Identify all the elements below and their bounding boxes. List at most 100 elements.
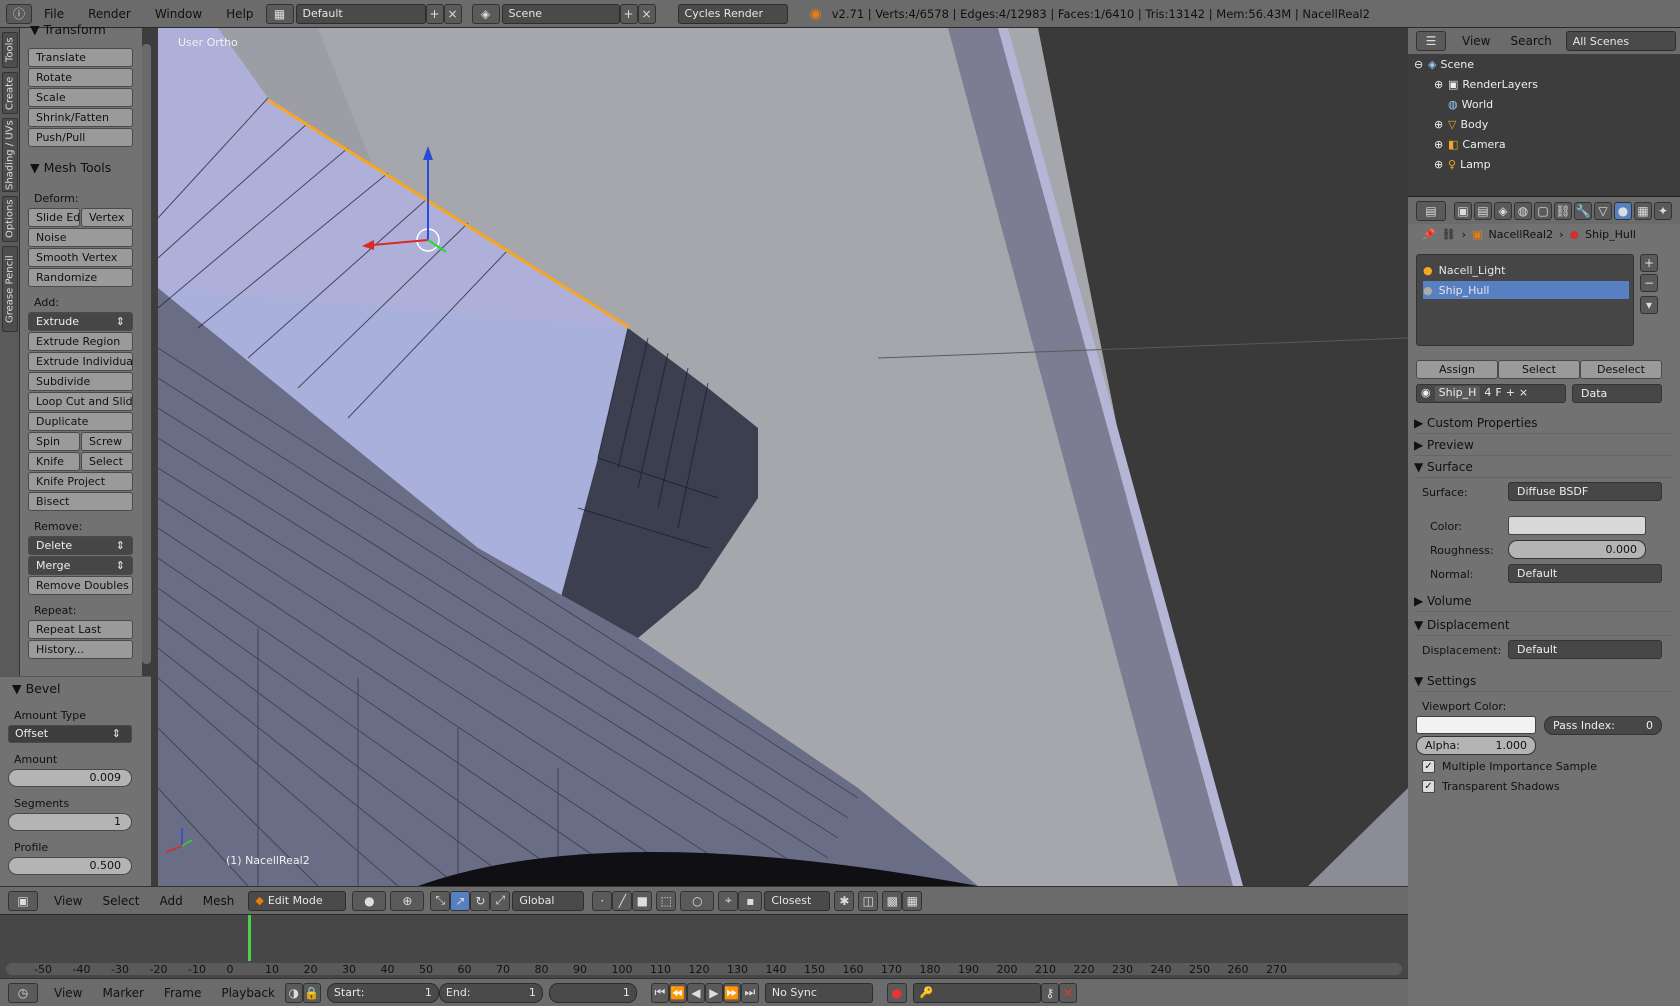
outliner-editor-icon[interactable]: ☰ — [1416, 31, 1446, 51]
delete-keyframe-icon[interactable]: ✕ — [1058, 982, 1077, 1003]
outliner-menu-search[interactable]: Search — [1500, 34, 1561, 48]
spin-button[interactable]: Spin — [28, 432, 80, 451]
mode-dropdown[interactable]: ◆ Edit Mode — [248, 890, 347, 911]
rotate-manipulator-icon[interactable]: ↻ — [470, 890, 491, 911]
timeline-area[interactable]: -50 -40 -30 -20 -10 0 10 20 30 40 50 60 70 80 90 100 110… — [0, 914, 1408, 978]
insert-keyframe-icon[interactable]: ⚷ — [1040, 982, 1059, 1003]
tab-create[interactable]: Create — [2, 72, 18, 114]
object-tab-icon[interactable]: ▢ — [1534, 202, 1552, 220]
pass-index-field[interactable]: Pass Index: 0 — [1544, 716, 1662, 735]
menu-marker[interactable]: Marker — [92, 986, 153, 1000]
displacement-header[interactable]: ▼ Displacement — [1414, 614, 1672, 636]
vertex-slide-button[interactable]: Vertex — [81, 208, 133, 227]
menu-playback[interactable]: Playback — [211, 986, 285, 1000]
slide-edge-button[interactable]: Slide Ed — [28, 208, 80, 227]
lock-range-icon[interactable]: 🔒 — [302, 982, 321, 1003]
delete-dropdown[interactable]: Delete ⇕ — [28, 536, 133, 555]
current-frame-field[interactable]: 1 — [548, 982, 637, 1003]
deselect-button[interactable]: Deselect — [1580, 360, 1662, 379]
slot-specials-icon[interactable]: ▾ — [1640, 296, 1658, 314]
toolshelf-scrollbar[interactable] — [142, 44, 151, 664]
history-button[interactable]: History... — [28, 640, 133, 659]
surface-shader-dropdown[interactable]: Diffuse BSDF — [1508, 482, 1662, 501]
transparent-shadows-checkbox[interactable]: ✓ — [1422, 780, 1435, 793]
properties-editor-icon[interactable]: ▤ — [1416, 201, 1446, 221]
shading-icon[interactable]: ● — [352, 890, 387, 911]
remove-doubles-button[interactable]: Remove Doubles — [28, 576, 133, 595]
unlink-material-icon[interactable]: × — [1519, 386, 1528, 401]
texture-tab-icon[interactable]: ▦ — [1634, 202, 1652, 220]
remove-scene-icon[interactable]: × — [637, 3, 656, 24]
snap-option-icon[interactable]: ✱ — [834, 890, 855, 911]
segments-field[interactable]: 1 — [8, 813, 132, 831]
color-swatch[interactable] — [1508, 516, 1646, 535]
outliner-item-world[interactable]: ◍ World — [1448, 94, 1680, 114]
bisect-button[interactable]: Bisect — [28, 492, 133, 511]
outliner-item-scene[interactable]: ⊖ ◈ Scene — [1414, 54, 1674, 74]
roughness-field[interactable]: 0.000 — [1508, 540, 1646, 559]
sync-dropdown[interactable]: No Sync — [764, 982, 873, 1003]
knife-project-button[interactable]: Knife Project — [28, 472, 133, 491]
orientation-dropdown[interactable]: Global — [512, 890, 585, 911]
keying-set-field[interactable]: 🔑 — [912, 982, 1041, 1003]
constraints-tab-icon[interactable]: ⛓ — [1554, 202, 1572, 220]
viewport-color-swatch[interactable] — [1416, 716, 1536, 734]
scene-field[interactable]: Scene — [501, 3, 620, 24]
editor-type-icon[interactable]: ▣ — [8, 890, 38, 911]
snap-target-dropdown[interactable]: Closest — [764, 890, 831, 911]
vertex-select-icon[interactable]: · — [592, 890, 613, 911]
tab-grease-pencil[interactable]: Grease Pencil — [2, 246, 18, 332]
outliner-menu-view[interactable]: View — [1452, 34, 1500, 48]
extrude-region-button[interactable]: Extrude Region — [28, 332, 133, 351]
menu-mesh[interactable]: Mesh — [193, 894, 245, 908]
settings-header[interactable]: ▼ Settings — [1414, 670, 1672, 692]
transform-header[interactable]: ▼ Transform — [30, 22, 106, 37]
link-dropdown[interactable]: Data — [1572, 384, 1662, 403]
menu-add[interactable]: Add — [150, 894, 193, 908]
screen-layout-field[interactable]: Default — [295, 3, 426, 24]
duplicate-button[interactable]: Duplicate — [28, 412, 133, 431]
anim-render-icon[interactable]: ▦ — [902, 890, 923, 911]
custom-properties-header[interactable]: ▶ Custom Properties — [1414, 412, 1672, 434]
displacement-dropdown[interactable]: Default — [1508, 640, 1662, 659]
outliner-item-camera[interactable]: ⊕◧Camera👁 — [1434, 134, 1680, 154]
alpha-field[interactable]: Alpha: 1.000 — [1416, 736, 1536, 755]
menu-timeline-view[interactable]: View — [44, 986, 92, 1000]
menu-select[interactable]: Select — [92, 894, 149, 908]
particles-tab-icon[interactable]: ✦ — [1654, 202, 1672, 220]
outliner-item-lamp[interactable]: ⊕♀Lamp👁 — [1434, 154, 1680, 174]
manipulator-toggle-icon[interactable]: ⤡ — [430, 890, 451, 911]
remove-layout-icon[interactable]: × — [443, 3, 462, 24]
scene-tab-icon[interactable]: ◈ — [1494, 202, 1512, 220]
remove-slot-icon[interactable]: − — [1640, 274, 1658, 292]
material-tab-icon[interactable]: ● — [1614, 202, 1632, 220]
noise-button[interactable]: Noise — [28, 228, 133, 247]
randomize-button[interactable]: Randomize — [28, 268, 133, 287]
timeline-editor-icon[interactable]: ◷ — [8, 982, 38, 1003]
info-icon[interactable]: ⓘ — [6, 3, 32, 24]
mis-checkbox[interactable]: ✓ — [1422, 760, 1435, 773]
new-material-icon[interactable]: + — [1506, 386, 1515, 401]
play-icon[interactable]: ▶ — [704, 982, 723, 1003]
outliner-item-body[interactable]: ⊕▽Body👁 — [1434, 114, 1680, 134]
scene-icon[interactable]: ◈ — [471, 3, 500, 24]
data-tab-icon[interactable]: ▽ — [1594, 202, 1612, 220]
translate-button[interactable]: Translate — [28, 48, 133, 67]
material-browse-icon[interactable]: ◉ — [1421, 386, 1431, 401]
mesh-tools-header[interactable]: ▼ Mesh Tools — [30, 160, 111, 175]
layers-tab-icon[interactable]: ▤ — [1474, 202, 1492, 220]
render-engine-dropdown[interactable]: Cycles Render — [677, 3, 788, 24]
material-datablock[interactable]: ◉ Ship_H 4 F + × — [1416, 384, 1566, 403]
end-frame-field[interactable]: End: 1 — [438, 982, 543, 1003]
extrude-individual-button[interactable]: Extrude Individual — [28, 352, 133, 371]
tab-shading-uvs[interactable]: Shading / UVs — [2, 118, 18, 192]
knife-select-button[interactable]: Select — [81, 452, 133, 471]
jump-start-icon[interactable]: ⏮ — [650, 982, 669, 1003]
world-tab-icon[interactable]: ◍ — [1514, 202, 1532, 220]
pin-icon[interactable]: 📌 — [1422, 228, 1436, 241]
pivot-icon[interactable]: ⊕ — [390, 890, 425, 911]
menu-view[interactable]: View — [44, 894, 92, 908]
amount-field[interactable]: 0.009 — [8, 769, 132, 787]
outliner-filter-dropdown[interactable]: All Scenes — [1565, 31, 1676, 51]
menu-help[interactable]: Help — [214, 7, 265, 21]
